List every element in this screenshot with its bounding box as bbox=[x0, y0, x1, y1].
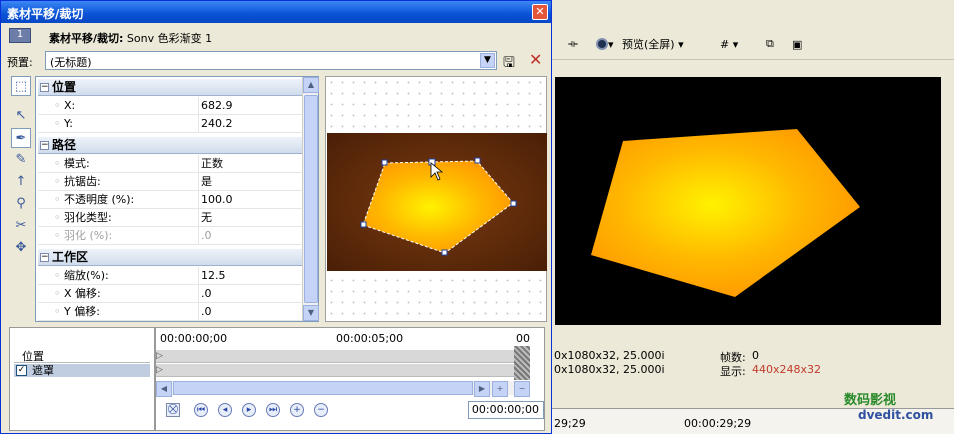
anchor-creation-tool-icon[interactable]: ↖ bbox=[11, 106, 31, 126]
property-row[interactable]: ◦ X: 682.9 bbox=[38, 97, 302, 115]
position-track[interactable]: ▷ bbox=[156, 350, 516, 363]
track-label-position[interactable]: 位置 bbox=[14, 350, 150, 363]
scroll-left-icon[interactable]: ◀ bbox=[156, 381, 172, 397]
window-title: 素材平移/裁切 bbox=[1, 1, 551, 23]
pen-tool-icon[interactable]: ✒ bbox=[11, 128, 31, 148]
event-header: 1 素材平移/裁切: Sonv 色彩渐变 1 bbox=[1, 25, 551, 47]
preset-label: 预置: bbox=[7, 56, 33, 69]
overlay-icon[interactable]: ▾ bbox=[596, 36, 614, 52]
preview-toolbar: ⟛ ▾ 预览(全屏) ▾ # ▾ ⧉ ▣ bbox=[552, 28, 954, 60]
mask-pentagon[interactable] bbox=[327, 133, 547, 271]
anchor-delete-tool-icon[interactable]: ✂ bbox=[11, 216, 31, 236]
track-labels: 位置 ✓ 遮罩 bbox=[9, 327, 155, 431]
ruler-label-2: 00:00:29;29 bbox=[684, 417, 752, 430]
source-frame bbox=[327, 133, 547, 271]
grid-icon[interactable]: # ▾ bbox=[720, 36, 738, 52]
preset-row: 预置: (无标题) ▼ 🖫 ✕ bbox=[1, 49, 551, 73]
property-row[interactable]: ◦ 不透明度 (%): 100.0 bbox=[38, 191, 302, 209]
property-scrollbar[interactable]: ▲ ▼ bbox=[302, 77, 319, 321]
sync-cursor-icon[interactable]: ⛒ bbox=[166, 403, 180, 417]
property-row[interactable]: ◦ 抗锯齿: 是 bbox=[38, 173, 302, 191]
status-left-1: 0x1080x32, 25.000i bbox=[554, 349, 665, 362]
property-grid: − 位置 ◦ X: 682.9 ◦ Y: 240.2 − 路径 ◦ 模式: 正数 ◦ 抗锯齿: 是 … bbox=[35, 76, 319, 322]
property-row[interactable]: ◦ 羽化类型: 无 bbox=[38, 209, 302, 227]
property-row[interactable]: ◦ Y: 240.2 bbox=[38, 115, 302, 133]
property-row: ◦ 羽化 (%): .0 bbox=[38, 227, 302, 245]
watermark: 数码影视 dvedit.com bbox=[844, 393, 934, 422]
preview-pentagon bbox=[591, 129, 860, 297]
scroll-down-icon[interactable]: ▼ bbox=[303, 305, 319, 321]
track-end-marker bbox=[514, 346, 530, 380]
keyframe-timeline[interactable]: 00:00:00;00 00:00:05;00 00 ▷ ▷ ◀ ▶ + − ⛒… bbox=[155, 327, 545, 431]
pan-crop-window: 素材平移/裁切 ✕ 1 素材平移/裁切: Sonv 色彩渐变 1 预置: (无标… bbox=[0, 0, 552, 434]
ruler-mid: 00:00:05;00 bbox=[336, 332, 404, 345]
display-label: 显示: bbox=[720, 365, 746, 378]
scroll-thumb-h[interactable] bbox=[173, 381, 473, 395]
split-tool-icon[interactable]: ↑ bbox=[11, 172, 31, 192]
keyframe-area: 位置 ✓ 遮罩 00:00:00;00 00:00:05;00 00 ▷ ▷ ◀… bbox=[1, 327, 551, 433]
save-preset-icon[interactable]: 🖫 bbox=[503, 52, 515, 76]
preview-fullscreen-dropdown[interactable]: 预览(全屏) ▾ bbox=[622, 36, 684, 52]
next-keyframe-icon[interactable]: ▸ bbox=[242, 403, 256, 417]
track-label-mask[interactable]: ✓ 遮罩 bbox=[14, 364, 150, 377]
mask-track[interactable]: ▷ bbox=[156, 364, 516, 377]
zoom-out-icon[interactable]: − bbox=[514, 381, 530, 397]
video-preview bbox=[555, 77, 941, 325]
timeline-ruler: 29;29 00:00:29;29 数码影视 dvedit.com bbox=[552, 393, 954, 434]
delete-preset-icon[interactable]: ✕ bbox=[529, 50, 542, 69]
ruler-label-1: 29;29 bbox=[554, 417, 586, 430]
add-keyframe-icon[interactable]: + bbox=[290, 403, 304, 417]
status-area: 0x1080x32, 25.000i 0x1080x32, 25.000i 帧数… bbox=[552, 345, 954, 379]
move-tool-icon[interactable]: ✥ bbox=[11, 238, 31, 258]
status-left-2: 0x1080x32, 25.000i bbox=[554, 363, 665, 376]
preset-select[interactable]: (无标题) ▼ bbox=[45, 51, 497, 70]
event-index-badge[interactable]: 1 bbox=[9, 28, 31, 43]
section-position[interactable]: − 位置 bbox=[38, 79, 302, 96]
save-snapshot-icon[interactable]: ▣ bbox=[792, 36, 802, 52]
chevron-down-icon: ▼ bbox=[480, 53, 495, 68]
add-anchor-tool-icon[interactable]: ✎ bbox=[11, 150, 31, 170]
zoom-in-icon[interactable]: + bbox=[492, 381, 508, 397]
property-row[interactable]: ◦ 模式: 正数 bbox=[38, 155, 302, 173]
scroll-thumb[interactable] bbox=[304, 95, 318, 303]
normal-edit-tool-icon[interactable]: ⬚ bbox=[11, 76, 31, 96]
copy-snapshot-icon[interactable]: ⧉ bbox=[766, 36, 774, 52]
ruler-start: 00:00:00;00 bbox=[160, 332, 228, 345]
close-button[interactable]: ✕ bbox=[532, 4, 548, 20]
frames-value: 0 bbox=[752, 349, 759, 362]
tool-strip: ⬚ ↖ ✒ ✎ ↑ ⚲ ✂ ✥ bbox=[9, 76, 33, 321]
timecode-field[interactable]: 00:00:00;00 bbox=[468, 401, 544, 419]
mask-canvas[interactable] bbox=[325, 76, 547, 322]
scroll-up-icon[interactable]: ▲ bbox=[303, 77, 319, 93]
property-row[interactable]: ◦ Y 偏移: .0 bbox=[38, 303, 302, 321]
horizontal-scrollbar[interactable]: ◀ ▶ + − bbox=[156, 381, 530, 397]
property-row[interactable]: ◦ 缩放(%): 12.5 bbox=[38, 267, 302, 285]
split-view-icon[interactable]: ⟛ bbox=[568, 36, 578, 52]
last-keyframe-icon[interactable]: ⏭ bbox=[266, 403, 280, 417]
section-path[interactable]: − 路径 bbox=[38, 137, 302, 154]
first-keyframe-icon[interactable]: ⏮ bbox=[194, 403, 208, 417]
display-value: 440x248x32 bbox=[752, 363, 822, 376]
mask-checkbox[interactable]: ✓ bbox=[16, 365, 27, 376]
scroll-right-icon[interactable]: ▶ bbox=[474, 381, 490, 397]
section-workspace[interactable]: − 工作区 bbox=[38, 249, 302, 266]
event-title: 素材平移/裁切: Sonv 色彩渐变 1 bbox=[49, 32, 213, 45]
ruler-end: 00 bbox=[516, 332, 530, 345]
prev-keyframe-icon[interactable]: ◂ bbox=[218, 403, 232, 417]
property-row[interactable]: ◦ X 偏移: .0 bbox=[38, 285, 302, 303]
zoom-tool-icon[interactable]: ⚲ bbox=[11, 194, 31, 214]
keyframe-nav: ⏮ ◂ ▸ ⏭ + − bbox=[194, 403, 328, 417]
delete-keyframe-icon[interactable]: − bbox=[314, 403, 328, 417]
